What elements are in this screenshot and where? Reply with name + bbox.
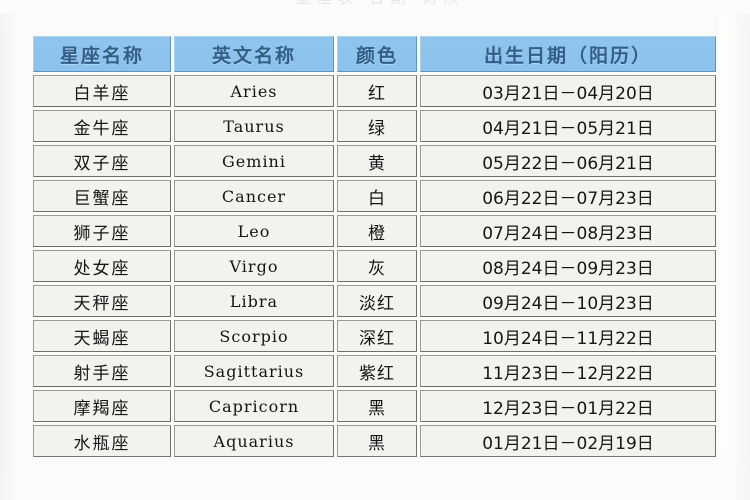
cell-english-name: Cancer bbox=[174, 180, 334, 212]
table-body: 白羊座 Aries 红 03月21日－04月20日 金牛座 Taurus 绿 04月21日－0… bbox=[33, 75, 716, 457]
cell-birth-date: 06月22日－07月23日 bbox=[420, 180, 716, 212]
page-right-margin bbox=[719, 0, 750, 500]
cell-chinese-name: 狮子座 bbox=[33, 215, 171, 247]
table-row: 天蝎座 Scorpio 深红 10月24日－11月22日 bbox=[33, 320, 716, 352]
cell-english-name: Leo bbox=[174, 215, 334, 247]
cell-birth-date: 12月23日－01月22日 bbox=[420, 390, 716, 422]
cell-birth-date: 05月22日－06月21日 bbox=[420, 145, 716, 177]
table-row: 狮子座 Leo 橙 07月24日－08月23日 bbox=[33, 215, 716, 247]
top-cropped-text: 星座表 日期 对照 bbox=[250, 0, 510, 8]
cell-chinese-name: 天秤座 bbox=[33, 285, 171, 317]
cell-color: 白 bbox=[337, 180, 417, 212]
table-row: 巨蟹座 Cancer 白 06月22日－07月23日 bbox=[33, 180, 716, 212]
cell-color: 深红 bbox=[337, 320, 417, 352]
cell-color: 黑 bbox=[337, 390, 417, 422]
cell-color: 红 bbox=[337, 75, 417, 107]
cell-english-name: Taurus bbox=[174, 110, 334, 142]
cell-birth-date: 11月23日－12月22日 bbox=[420, 355, 716, 387]
table-header-row: 星座名称 英文名称 颜色 出生日期（阳历） bbox=[33, 36, 716, 72]
cell-english-name: Aquarius bbox=[174, 425, 334, 457]
cell-color: 淡红 bbox=[337, 285, 417, 317]
column-header-chinese-name: 星座名称 bbox=[33, 36, 171, 72]
cell-english-name: Gemini bbox=[174, 145, 334, 177]
cell-birth-date: 09月24日－10月23日 bbox=[420, 285, 716, 317]
page-left-margin bbox=[0, 0, 30, 500]
cell-english-name: Capricorn bbox=[174, 390, 334, 422]
table-row: 白羊座 Aries 红 03月21日－04月20日 bbox=[33, 75, 716, 107]
table-row: 水瓶座 Aquarius 黑 01月21日－02月19日 bbox=[33, 425, 716, 457]
cell-english-name: Libra bbox=[174, 285, 334, 317]
table-row: 金牛座 Taurus 绿 04月21日－05月21日 bbox=[33, 110, 716, 142]
cell-chinese-name: 巨蟹座 bbox=[33, 180, 171, 212]
cell-color: 灰 bbox=[337, 250, 417, 282]
table-header: 星座名称 英文名称 颜色 出生日期（阳历） bbox=[33, 36, 716, 72]
table-row: 摩羯座 Capricorn 黑 12月23日－01月22日 bbox=[33, 390, 716, 422]
cell-english-name: Scorpio bbox=[174, 320, 334, 352]
column-header-birth-date: 出生日期（阳历） bbox=[420, 36, 716, 72]
table-row: 天秤座 Libra 淡红 09月24日－10月23日 bbox=[33, 285, 716, 317]
cell-color: 黑 bbox=[337, 425, 417, 457]
top-cropped-text-sliver: 星座表 日期 对照 bbox=[0, 0, 750, 14]
cell-color: 橙 bbox=[337, 215, 417, 247]
cell-chinese-name: 水瓶座 bbox=[33, 425, 171, 457]
cell-color: 黄 bbox=[337, 145, 417, 177]
cell-chinese-name: 摩羯座 bbox=[33, 390, 171, 422]
cell-birth-date: 01月21日－02月19日 bbox=[420, 425, 716, 457]
cell-english-name: Virgo bbox=[174, 250, 334, 282]
table-container: 星座名称 英文名称 颜色 出生日期（阳历） 白羊座 Aries 红 03月21日－04… bbox=[30, 14, 719, 500]
page-root: 星座表 日期 对照 星座名称 英文名称 颜色 出生日期（阳历） 白羊座Aries… bbox=[0, 0, 750, 500]
column-header-color: 颜色 bbox=[337, 36, 417, 72]
column-header-english-name: 英文名称 bbox=[174, 36, 334, 72]
cell-birth-date: 10月24日－11月22日 bbox=[420, 320, 716, 352]
cell-chinese-name: 白羊座 bbox=[33, 75, 171, 107]
cell-birth-date: 07月24日－08月23日 bbox=[420, 215, 716, 247]
cell-chinese-name: 射手座 bbox=[33, 355, 171, 387]
cell-chinese-name: 金牛座 bbox=[33, 110, 171, 142]
cell-color: 紫红 bbox=[337, 355, 417, 387]
cell-birth-date: 03月21日－04月20日 bbox=[420, 75, 716, 107]
table-row: 处女座 Virgo 灰 08月24日－09月23日 bbox=[33, 250, 716, 282]
table-row: 双子座 Gemini 黄 05月22日－06月21日 bbox=[33, 145, 716, 177]
cell-chinese-name: 天蝎座 bbox=[33, 320, 171, 352]
zodiac-sign-date-table: 星座名称 英文名称 颜色 出生日期（阳历） 白羊座 Aries 红 03月21日－04… bbox=[30, 33, 719, 460]
cell-birth-date: 08月24日－09月23日 bbox=[420, 250, 716, 282]
cell-chinese-name: 处女座 bbox=[33, 250, 171, 282]
table-row: 射手座 Sagittarius 紫红 11月23日－12月22日 bbox=[33, 355, 716, 387]
cell-color: 绿 bbox=[337, 110, 417, 142]
cell-birth-date: 04月21日－05月21日 bbox=[420, 110, 716, 142]
cell-english-name: Sagittarius bbox=[174, 355, 334, 387]
cell-english-name: Aries bbox=[174, 75, 334, 107]
cell-chinese-name: 双子座 bbox=[33, 145, 171, 177]
